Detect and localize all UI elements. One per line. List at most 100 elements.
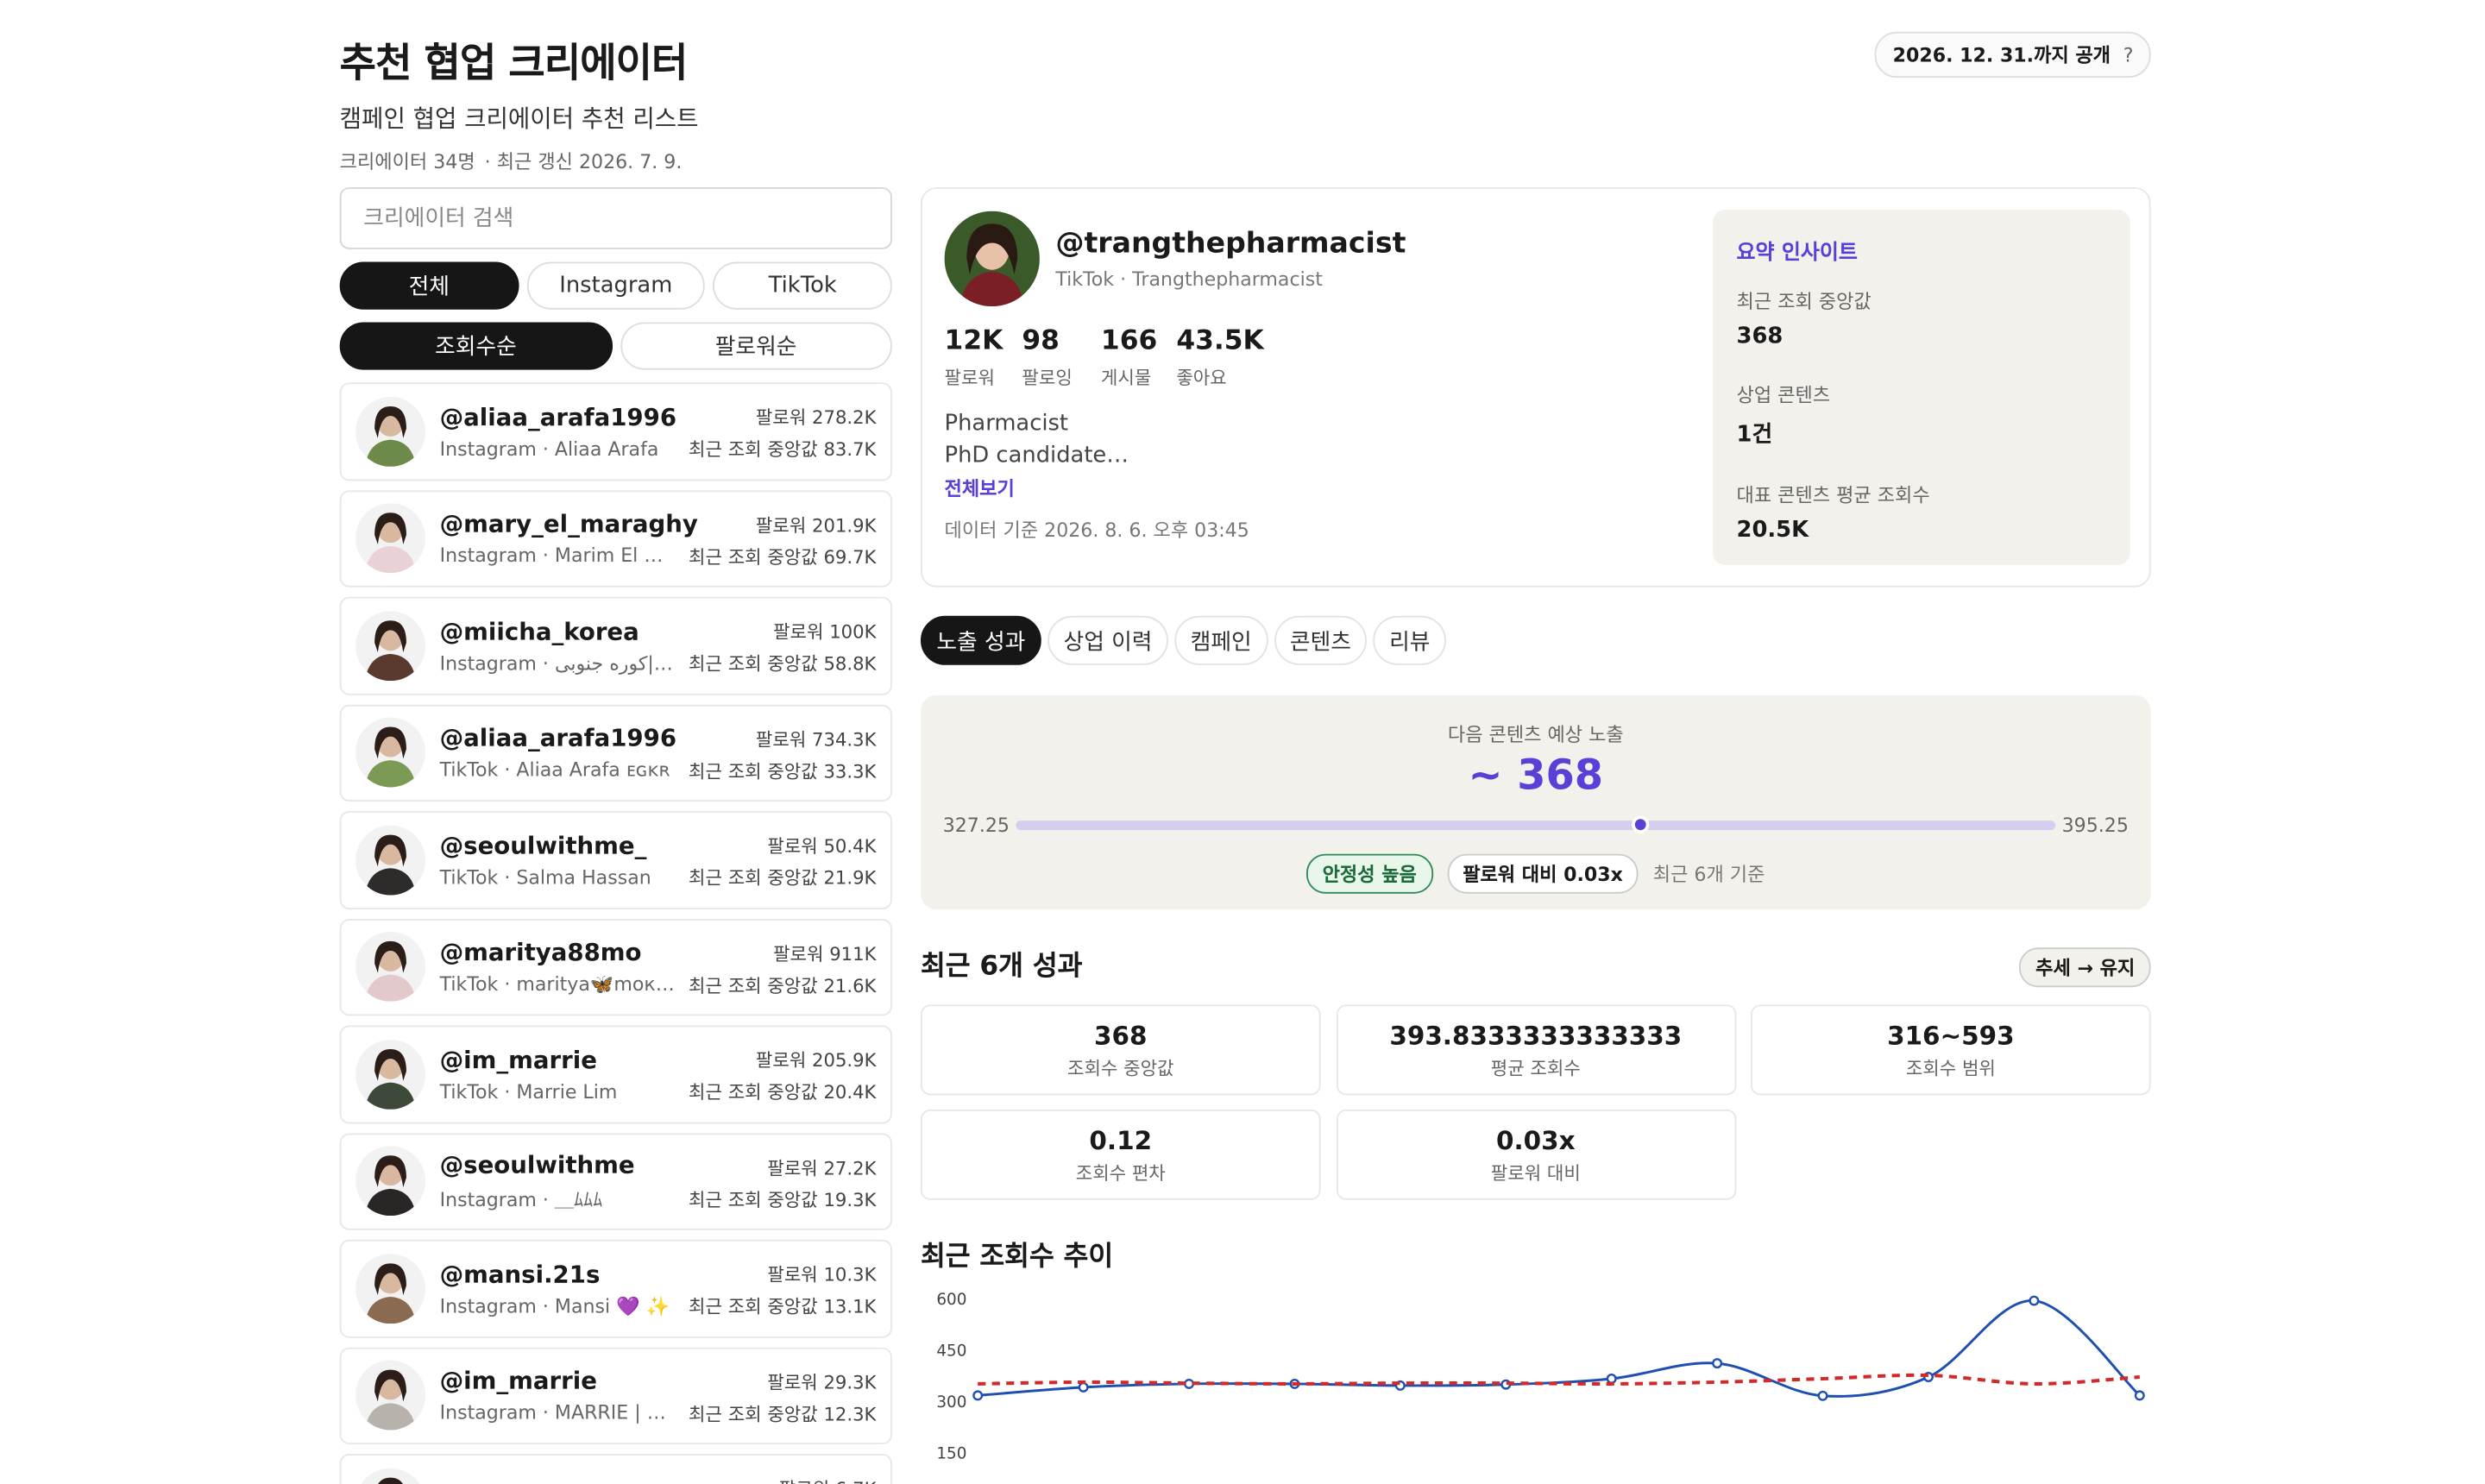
stat-value: 43.5K [1176,325,1264,357]
creator-list-panel: 전체 Instagram TikTok 조회수순 팔로워순 @aliaa_ara… [339,187,892,1484]
y-tick-label: 600 [936,1291,966,1309]
kpi-value: 0.03x [1495,1125,1576,1156]
creator-median-views: 최근 조회 중앙값 12.3K [689,1402,877,1425]
kpi-label: 조회수 중앙값 [1066,1057,1174,1079]
creator-row[interactable]: @im_marrie TikTok · Marrie Lim 팔로워 205.9… [339,1025,892,1123]
creator-metrics: 팔로워 29.3K 최근 조회 중앙값 12.3K [689,1366,876,1430]
creator-subtitle: Instagram · Mansi 💜 ✨ [439,1294,670,1317]
creator-median-views: 최근 조회 중앙값 58.8K [689,652,877,675]
insight-value: 20.5K [1736,517,1809,544]
creator-followers: 팔로워 27.2K [767,1156,877,1179]
profile-stats: 12K 팔로워 98 팔로잉 166 게시물 43.5K 좋아요 [945,325,1264,390]
creator-median-views: 최근 조회 중앙값 13.1K [689,1295,877,1317]
y-tick-label: 450 [936,1343,966,1361]
creator-median-views: 최근 조회 중앙값 33.3K [689,759,877,783]
filter-instagram[interactable]: Instagram [526,261,706,310]
kpi-label: 평균 조회수 [1490,1057,1581,1079]
kpi-value: 0.12 [1089,1125,1153,1156]
creator-info: @mary_el_maraghy Instagram · Marim El Ma… [439,509,698,568]
stat-likes: 43.5K 좋아요 [1176,325,1263,390]
tab-exposure[interactable]: 노출 성과 [920,615,1041,665]
creator-followers: 팔로워 205.9K [755,1048,877,1072]
creator-info: @aliaa_arafa1996 TikTok · Aliaa Arafa ᴇɢ… [440,724,678,781]
kpi-label: 조회수 범위 [1905,1057,1996,1079]
kpi-card: 0.03x 팔로워 대비 [1336,1109,1736,1200]
filter-all[interactable]: 전체 [339,261,519,310]
stat-label: 게시물 [1100,366,1152,389]
data-point [1712,1358,1723,1369]
creator-metrics: 팔로워 27.2K 최근 조회 중앙값 19.3K [689,1152,876,1216]
creator-row[interactable]: @aliaa_arafa1996 Instagram · Aliaa Arafa… [339,382,892,481]
trend-badge: 추세 → 유지 [2019,947,2151,988]
last-updated: · 최근 갱신 2026. 7. 9. [484,150,683,173]
follower-ratio-badge: 팔로워 대비 0.03x [1446,853,1639,894]
creator-row[interactable]: @aliaa_arafa1996 TikTok · Aliaa Arafa ᴇɢ… [339,703,892,802]
creator-row[interactable]: @im_marrie Instagram · MARRIE | Se… 팔로워 … [339,1346,892,1445]
creator-row[interactable]: @maritya88mo TikTok · maritya🦋moкʀ… 팔로워 … [339,918,892,1016]
creator-info: @seoulwithme Instagram · ＿ﾑﾑﾑ [440,1150,678,1212]
creator-avatar [355,610,426,681]
creator-followers: 팔로워 10.3K [767,1263,877,1286]
bio-more-link[interactable]: 전체보기 [945,475,1015,501]
stat-label: 좋아요 [1176,366,1227,389]
creator-list: @aliaa_arafa1996 Instagram · Aliaa Arafa… [339,382,892,1484]
creator-median-views: 최근 조회 중앙값 20.4K [689,1080,877,1104]
data-point [1817,1390,1828,1401]
creator-handle: @maritya88mo [439,938,642,967]
data-point [1184,1378,1195,1389]
creator-row[interactable]: @miicha_korea Instagram · ﻣﻠﻰ|ﻛﻮﺭﻩ ﺟﻨﻮﺑﻰ… [339,596,892,695]
exposure-marker [1632,815,1650,833]
creator-row[interactable]: @mary_el_maraghy Instagram · Marim El Ma… [339,489,892,588]
kpi-card: 393.8333333333333 평균 조회수 [1336,1004,1736,1096]
tab-commercial-history[interactable]: 상업 이력 [1047,615,1168,665]
creator-search-input[interactable] [339,187,892,249]
creator-followers: 팔로워 29.3K [767,1370,877,1393]
basis-text: 최근 6개 기준 [1652,863,1765,886]
creator-handle: @mary_el_maraghy [439,509,698,539]
creator-avatar [355,1039,426,1110]
kpi-value: 393.8333333333333 [1389,1020,1683,1051]
creator-subtitle: Instagram · Marim El Ma… [439,544,678,568]
creator-row[interactable]: @shdiseongsone 팔로워 6.7K [339,1454,892,1484]
creator-handle: @seoulwithme [439,1150,635,1179]
creator-subtitle: TikTok · Salma Hassan [439,865,651,889]
filter-tiktok[interactable]: TikTok [713,261,892,310]
tab-review[interactable]: 리뷰 [1373,615,1446,665]
creator-row[interactable]: @mansi.21s Instagram · Mansi 💜 ✨ 팔로워 10.… [339,1239,892,1337]
creator-row[interactable]: @seoulwithme Instagram · ＿ﾑﾑﾑ 팔로워 27.2K … [339,1132,892,1230]
creator-median-views: 최근 조회 중앙값 83.7K [689,437,877,461]
profile-handle: @trangthepharmacist [1055,227,1406,261]
exposure-badges: 안정성 높음 팔로워 대비 0.03x 최근 6개 기준 [921,853,2151,894]
creator-info: @seoulwithme_ TikTok · Salma Hassan [440,831,678,888]
creator-subtitle: Instagram · ﻣﻠﻰ|ﻛﻮﺭﻩ ﺟﻨﻮﺑﻰ… [439,651,678,675]
creator-subtitle: Instagram · ＿ﾑﾑﾑ [439,1188,603,1211]
creator-row[interactable]: @seoulwithme_ TikTok · Salma Hassan 팔로워 … [339,811,892,909]
creator-median-views: 최근 조회 중앙값 21.9K [689,866,877,890]
kpi-grid: 368 조회수 중앙값 393.8333333333333 평균 조회수 316… [920,1004,2151,1200]
creator-info: @im_marrie Instagram · MARRIE | Se… [440,1367,678,1424]
creator-avatar [355,1253,426,1324]
kpi-label: 팔로워 대비 [1490,1161,1581,1185]
page-subtitle: 캠페인 협업 크리에이터 추천 리스트 [339,104,699,134]
creator-metrics: 팔로워 911K 최근 조회 중앙값 21.6K [689,937,876,1001]
profile-bio: Pharmacist PhD candidate… [945,408,1129,472]
sort-by-views[interactable]: 조회수순 [339,322,613,370]
stat-followers: 12K 팔로워 [945,325,1003,390]
creator-metrics: 팔로워 10.3K 최근 조회 중앙값 13.1K [689,1259,876,1323]
insight-title: 요약 인사이트 [1736,241,1858,266]
sort-by-followers[interactable]: 팔로워순 [620,322,892,370]
creator-info: @maritya88mo TikTok · maritya🦋moкʀ… [440,939,678,996]
y-tick-label: 300 [936,1393,966,1412]
creator-handle: @im_marrie [439,1045,597,1074]
tab-content[interactable]: 콘텐츠 [1274,615,1368,665]
help-icon[interactable]: ? [2123,44,2134,66]
views-trend-title: 최근 조회수 추이 [920,1241,1114,1273]
insight-label: 최근 조회 중앙값 [1736,290,1872,313]
creator-subtitle: TikTok · maritya🦋moкʀ… [439,973,678,996]
creator-metrics: 팔로워 201.9K 최근 조회 중앙값 69.7K [689,509,876,573]
insight-value: 1건 [1736,422,1773,448]
stat-following: 98 팔로잉 [1022,325,1072,390]
stat-value: 12K [944,325,1003,357]
tab-campaign[interactable]: 캠페인 [1174,615,1268,665]
kpi-card: 316~593 조회수 범위 [1751,1004,2151,1096]
